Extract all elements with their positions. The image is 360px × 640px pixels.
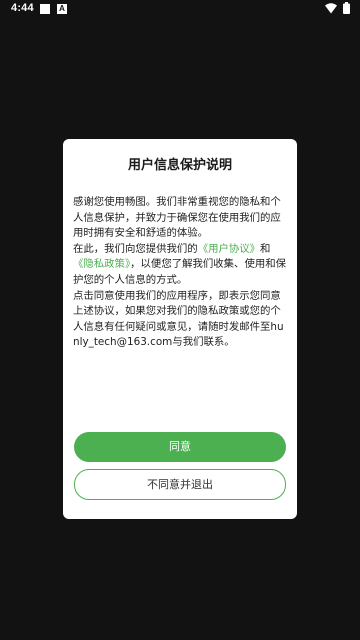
agreements-prefix: 在此，我们向您提供我们的	[73, 242, 198, 255]
privacy-policy-link[interactable]: 《隐私政策》	[73, 258, 130, 270]
intro-paragraph: 感谢您使用畅图。我们非常重视您的隐私和个人信息保护，并致力于确保您在使用我们的应…	[73, 196, 281, 240]
square-icon	[40, 4, 50, 14]
agree-button[interactable]: 同意	[74, 432, 286, 462]
battery-icon	[343, 2, 350, 17]
a-icon: A	[57, 4, 67, 14]
wifi-icon	[325, 3, 337, 17]
decline-exit-button[interactable]: 不同意并退出	[74, 469, 286, 500]
user-agreement-link[interactable]: 《用户协议》	[198, 243, 260, 255]
status-time: 4:44	[11, 2, 34, 14]
privacy-dialog: 用户信息保护说明 感谢您使用畅图。我们非常重视您的隐私和个人信息保护，并致力于确…	[63, 139, 297, 519]
agreements-paragraph: 在此，我们向您提供我们的《用户协议》和 《隐私政策》，以便您了解我们收集、使用和保…	[73, 242, 287, 289]
agreements-and: 和	[260, 242, 271, 255]
dialog-title: 用户信息保护说明	[127, 158, 232, 173]
consent-paragraph: 点击同意使用我们的应用程序，即表示您同意上述协议，如果您对我们的隐私政策或您的个…	[73, 289, 284, 349]
status-bar: 4:44 A	[0, 0, 360, 18]
dialog-body: 感谢您使用畅图。我们非常重视您的隐私和个人信息保护，并致力于确保您在使用我们的应…	[73, 195, 287, 351]
